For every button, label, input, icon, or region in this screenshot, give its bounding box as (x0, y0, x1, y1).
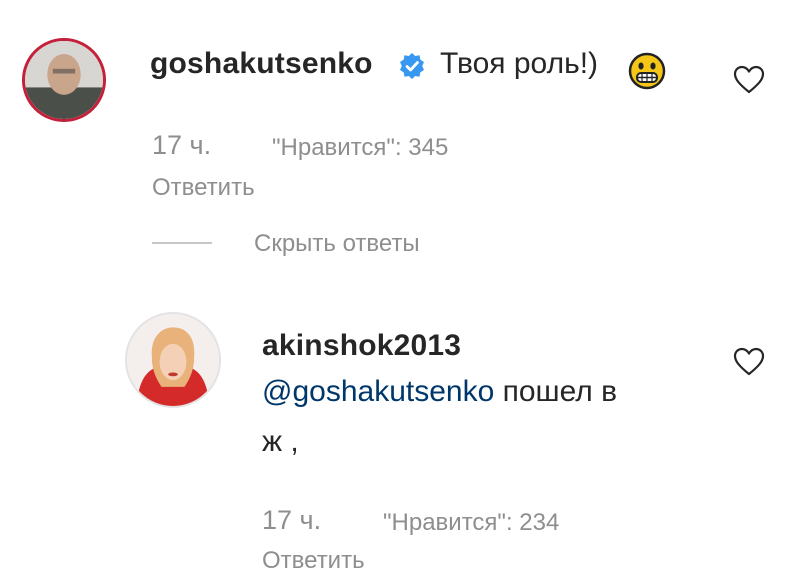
like-heart-icon[interactable] (733, 347, 765, 377)
mention-link[interactable]: @goshakutsenko (262, 375, 494, 408)
verified-badge-icon (398, 52, 426, 80)
avatar-akinshok2013[interactable] (125, 312, 221, 408)
comment-author[interactable]: goshakutsenko (150, 47, 373, 81)
reply-text-line2: ж , (262, 425, 299, 458)
replies-divider (152, 242, 212, 244)
reply-text: пошел в (494, 375, 618, 408)
avatar-image (25, 41, 103, 119)
reply-text-line1: @goshakutsenko пошел в (262, 375, 617, 409)
avatar-goshakutsenko[interactable] (22, 38, 106, 122)
comment-timestamp[interactable]: 17 ч. (152, 130, 211, 161)
likes-count-button[interactable]: "Нравится": 234 (383, 509, 559, 537)
reply-button[interactable]: Ответить (152, 174, 255, 202)
like-heart-icon[interactable] (733, 65, 765, 95)
avatar-image (127, 314, 219, 406)
reply-timestamp[interactable]: 17 ч. (262, 505, 321, 536)
reply-author[interactable]: akinshok2013 (262, 329, 461, 363)
grinning-face-emoji-icon (628, 52, 666, 90)
username-link[interactable]: goshakutsenko (150, 47, 373, 80)
comment-text: Твоя роль!) (440, 47, 599, 80)
username-link[interactable]: akinshok2013 (262, 329, 461, 362)
reply-button[interactable]: Ответить (262, 547, 365, 575)
hide-replies-button[interactable]: Скрыть ответы (254, 230, 420, 258)
likes-count-button[interactable]: "Нравится": 345 (272, 134, 448, 162)
